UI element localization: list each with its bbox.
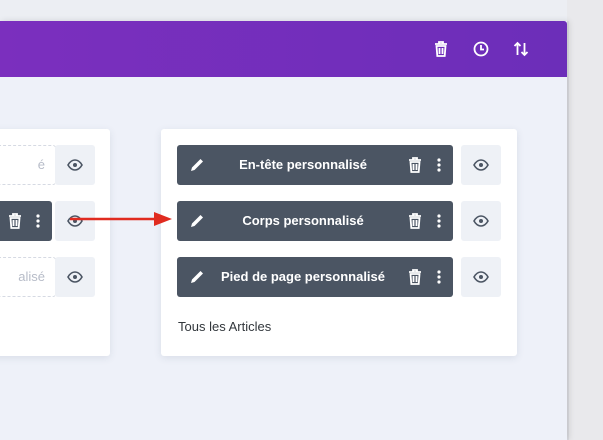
layout-card-left: é alisé — [0, 129, 110, 356]
trash-icon[interactable] — [431, 39, 451, 59]
slot-placeholder: é — [37, 157, 45, 172]
footer-slot-empty[interactable]: alisé — [0, 257, 56, 297]
eye-icon — [473, 215, 489, 227]
visibility-toggle[interactable] — [55, 257, 95, 297]
visibility-toggle[interactable] — [55, 145, 95, 185]
visibility-toggle[interactable] — [461, 201, 501, 241]
trash-icon — [409, 213, 421, 229]
slot-label: Pied de page personnalisé — [221, 269, 385, 284]
custom-body-slot[interactable]: Corps personnalisé — [177, 201, 453, 241]
pencil-icon — [191, 215, 203, 227]
custom-footer-slot[interactable]: Pied de page personnalisé — [177, 257, 453, 297]
more-options-icon — [36, 214, 40, 228]
trash-icon — [409, 157, 421, 173]
sort-icon[interactable] — [511, 39, 531, 59]
pencil-icon — [191, 271, 203, 283]
trash-icon — [9, 213, 21, 229]
history-icon[interactable] — [471, 39, 491, 59]
header-slot-empty[interactable]: é — [0, 145, 56, 185]
eye-icon — [473, 271, 489, 283]
eye-icon — [473, 159, 489, 171]
pencil-icon — [191, 159, 203, 171]
eye-icon — [67, 159, 83, 171]
visibility-toggle[interactable] — [461, 145, 501, 185]
scrollbar-track[interactable] — [567, 21, 569, 440]
eye-icon — [67, 271, 83, 283]
layout-card-right: En-tête personnalisé Corps personnalisé … — [161, 129, 517, 356]
custom-header-slot[interactable]: En-tête personnalisé — [177, 145, 453, 185]
right-gutter — [567, 0, 603, 440]
more-options-icon — [437, 214, 441, 228]
trash-icon — [409, 269, 421, 285]
more-options-icon — [437, 158, 441, 172]
slot-label: Corps personnalisé — [242, 213, 364, 228]
visibility-toggle[interactable] — [461, 257, 501, 297]
top-toolbar — [0, 21, 567, 77]
assignment-label: Tous les Articles — [178, 319, 272, 334]
slot-label: En-tête personnalisé — [239, 157, 367, 172]
red-arrow-annotation — [70, 212, 172, 226]
slot-placeholder: alisé — [18, 269, 45, 284]
more-options-icon — [437, 270, 441, 284]
body-slot-filled[interactable] — [0, 201, 52, 241]
